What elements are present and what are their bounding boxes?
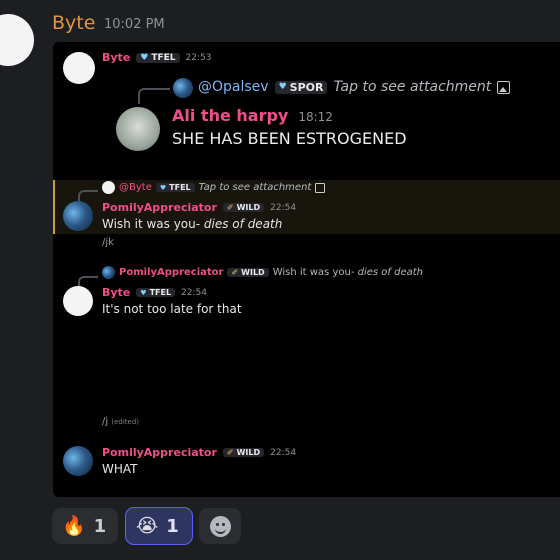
- timestamp: 10:02 PM: [104, 17, 165, 32]
- reply-text: Tap to see attachment: [198, 182, 312, 193]
- reply-connector: [138, 88, 170, 104]
- guild-badge: ♥ SPOR: [274, 80, 328, 94]
- author-name: PomilyAppreciator: [102, 446, 217, 459]
- message-text: /j (edited): [102, 416, 139, 427]
- fire-icon: 🔥: [62, 514, 86, 537]
- author-name: Byte: [102, 286, 131, 299]
- reply-text: Tap to see attachment: [333, 79, 492, 95]
- message-header: Byte ♥ TFEL 22:53: [102, 51, 211, 64]
- reply-preview[interactable]: @Opalsev ♥ SPOR Tap to see attachment: [198, 79, 511, 95]
- avatar[interactable]: [0, 14, 34, 66]
- guild-badge: ✐ WILD: [227, 268, 269, 277]
- guild-badge: ♥ TFEL: [136, 52, 180, 63]
- timestamp: 22:54: [270, 447, 297, 458]
- message-text: It's not too late for that: [102, 302, 242, 316]
- avatar: [63, 201, 93, 231]
- author-name: PomilyAppreciator: [102, 201, 217, 214]
- guild-badge: ✐ WILD: [222, 448, 265, 457]
- reaction-crying[interactable]: 😭 1: [125, 507, 193, 545]
- reply-preview[interactable]: @Byte ♥ TFEL Tap to see attachment: [119, 182, 326, 193]
- message-header: Ali the harpy 18:12: [172, 106, 333, 125]
- avatar: [116, 107, 160, 151]
- timestamp: 22:54: [270, 202, 297, 213]
- guild-badge: ♥ TFEL: [136, 288, 176, 297]
- timestamp: 18:12: [298, 110, 333, 124]
- gem-icon: ♥: [140, 288, 147, 297]
- sword-icon: ✐: [226, 203, 234, 212]
- image-icon: [497, 80, 511, 94]
- avatar: [173, 78, 193, 98]
- timestamp: 22:54: [181, 287, 207, 298]
- message-text: SHE HAS BEEN ESTROGENED: [172, 129, 407, 148]
- mention: @Byte: [119, 182, 152, 193]
- message-text: Wish it was you- dies of death: [102, 217, 283, 231]
- edited-label: (edited): [111, 418, 139, 426]
- reaction-fire[interactable]: 🔥 1: [52, 508, 118, 544]
- guild-badge: ♥ TFEL: [155, 183, 195, 192]
- message-header: PomilyAppreciator ✐ WILD 22:54: [102, 201, 296, 214]
- mention: @Opalsev: [198, 79, 269, 95]
- image-icon: [315, 182, 326, 193]
- avatar: [63, 446, 93, 476]
- reply-text: Wish it was you- dies of death: [272, 267, 423, 278]
- message-header: PomilyAppreciator ✐ WILD 22:54: [102, 446, 296, 459]
- gem-icon: ♥: [159, 183, 167, 192]
- crying-face-icon: 😭: [136, 514, 159, 537]
- message-text: /jk: [102, 237, 114, 248]
- reaction-count: 1: [93, 515, 107, 537]
- gem-icon: ♥: [140, 52, 149, 63]
- avatar: [102, 181, 115, 194]
- guild-badge: ✐ WILD: [222, 203, 265, 212]
- sword-icon: ✐: [226, 448, 234, 457]
- avatar: [63, 286, 93, 316]
- gem-icon: ♥: [278, 82, 287, 92]
- timestamp: 22:53: [185, 52, 212, 63]
- author-name[interactable]: Byte: [52, 12, 95, 34]
- avatar: [102, 266, 115, 279]
- reply-preview[interactable]: PomilyAppreciator ✐ WILD Wish it was you-…: [119, 267, 423, 278]
- author-name: Byte: [102, 51, 131, 64]
- author-name: PomilyAppreciator: [119, 267, 224, 278]
- add-reaction-icon: [209, 515, 231, 537]
- message-text: WHAT: [102, 462, 138, 476]
- message-header: Byte ♥ TFEL 22:54: [102, 286, 207, 299]
- author-name: Ali the harpy: [172, 106, 289, 125]
- avatar: [63, 52, 95, 84]
- sword-icon: ✐: [231, 268, 239, 277]
- add-reaction-button[interactable]: [199, 508, 241, 544]
- reaction-count: 1: [166, 515, 179, 537]
